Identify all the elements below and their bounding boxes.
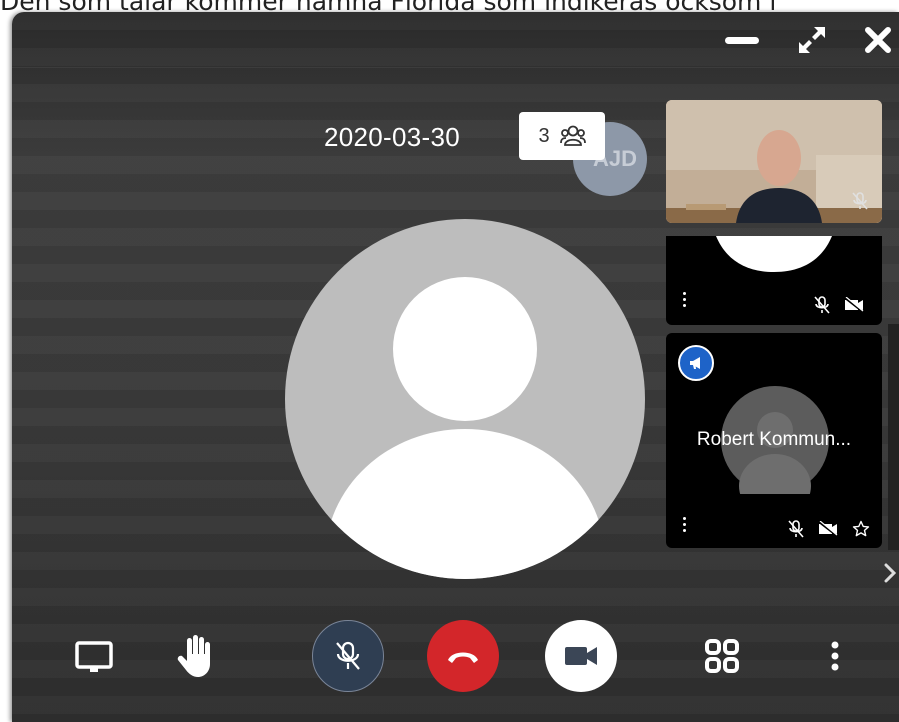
- video-camera-icon: [565, 647, 597, 665]
- participant-avatar-partial: [716, 236, 832, 272]
- mic-off-icon: [852, 192, 868, 210]
- megaphone-icon: [690, 357, 700, 369]
- mic-off-icon: [788, 520, 804, 538]
- active-speaker-avatar: [285, 219, 645, 579]
- meeting-title: 2020-03-30: [324, 122, 460, 152]
- person-silhouette-icon: [325, 277, 605, 579]
- screen-share-button[interactable]: [68, 632, 120, 684]
- mic-off-icon: [336, 641, 360, 670]
- tile-status-icons: [788, 520, 870, 538]
- chevron-right-icon[interactable]: [880, 560, 899, 586]
- mic-off-icon: [814, 296, 830, 314]
- expand-button[interactable]: [792, 22, 832, 58]
- grid-layout-icon: [705, 639, 739, 673]
- expand-icon: [799, 27, 825, 53]
- tile-more-button[interactable]: [680, 292, 688, 307]
- video-off-icon: [818, 521, 838, 537]
- tile-more-button[interactable]: [680, 517, 688, 532]
- hangup-button[interactable]: [427, 620, 499, 692]
- video-call-window: AJD 2020-03-30 3 Robert Kommun...: [12, 12, 899, 722]
- close-button[interactable]: [858, 22, 898, 58]
- raise-hand-button[interactable]: [170, 628, 222, 684]
- minimize-icon: [725, 37, 759, 44]
- layout-button[interactable]: [698, 632, 746, 680]
- people-group-icon: [559, 125, 586, 146]
- tile-status-icons: [814, 296, 864, 314]
- camera-button[interactable]: [545, 620, 617, 692]
- tiles-scrollbar[interactable]: [888, 324, 899, 550]
- more-options-button[interactable]: [820, 632, 850, 680]
- participant-tile-robert[interactable]: Robert Kommun...: [666, 333, 882, 548]
- monitor-icon: [75, 641, 113, 672]
- phone-hangup-icon: [448, 652, 478, 663]
- participant-count-button[interactable]: 3: [519, 112, 605, 160]
- call-toolbar: [12, 610, 899, 722]
- minimize-button[interactable]: [722, 22, 762, 58]
- participant-tile-avatar[interactable]: [666, 236, 882, 325]
- more-vertical-icon: [831, 641, 839, 671]
- mute-button[interactable]: [312, 620, 384, 692]
- dominant-speaker-badge: [678, 345, 714, 381]
- star-icon[interactable]: [852, 520, 870, 538]
- close-icon: [865, 27, 891, 53]
- video-off-icon: [844, 297, 864, 313]
- title-bar: [12, 12, 899, 68]
- participant-name: Robert Kommun...: [696, 429, 852, 450]
- participant-tile-video[interactable]: [666, 100, 882, 223]
- participant-video-feed: [666, 100, 882, 223]
- participant-count: 3: [538, 124, 550, 147]
- hand-icon: [177, 635, 210, 677]
